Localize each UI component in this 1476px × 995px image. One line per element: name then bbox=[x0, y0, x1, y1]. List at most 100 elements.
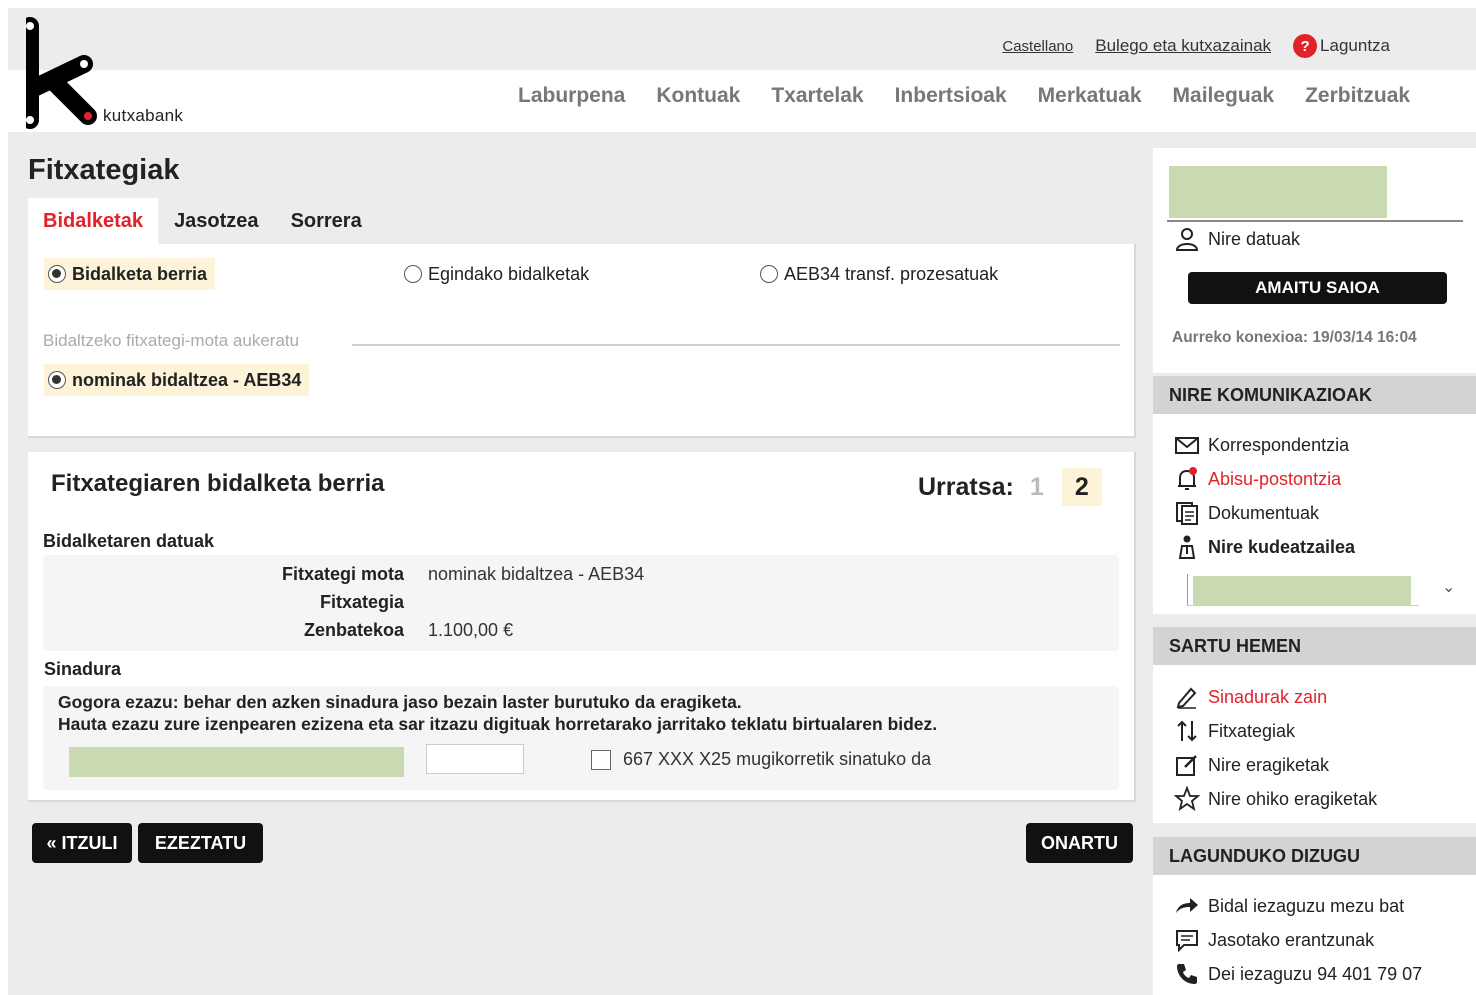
kutxabank-k-icon bbox=[21, 17, 97, 129]
radio-aeb34-indicator bbox=[760, 265, 778, 283]
user-icon bbox=[1174, 226, 1200, 252]
radio-file-type-aeb34[interactable]: nominak bidaltzea - AEB34 bbox=[44, 364, 310, 396]
edit-icon bbox=[1174, 752, 1200, 778]
radio-file-type-indicator bbox=[48, 371, 66, 389]
detail-value: nominak bidaltzea - AEB34 bbox=[428, 564, 645, 584]
nav-maileguak[interactable]: Maileguak bbox=[1173, 84, 1275, 108]
kutxabank-logo[interactable] bbox=[21, 16, 106, 132]
detail-row-file-type: Fitxategi mota nominak bidaltzea - AEB34 bbox=[43, 564, 1119, 592]
nav-zerbitzuak[interactable]: Zerbitzuak bbox=[1305, 84, 1410, 108]
bell-alert-icon bbox=[1174, 466, 1200, 492]
mobile-sign-option[interactable]: 667 XXX X25 mugikorretik sinatuko da bbox=[591, 749, 931, 770]
enter-header: SARTU HEMEN bbox=[1153, 627, 1476, 665]
sidebar-item-label: Jasotako erantzunak bbox=[1208, 929, 1375, 950]
help-icon: ? bbox=[1293, 34, 1318, 58]
manager-select-border bbox=[1187, 574, 1188, 606]
file-type-legend: Bidaltzeko fitxategi-mota aukeratu bbox=[43, 331, 308, 351]
nav-kontuak[interactable]: Kontuak bbox=[656, 84, 740, 108]
cancel-button[interactable]: EZEZTATU bbox=[138, 823, 263, 863]
help-link[interactable]: ? Laguntza bbox=[1293, 34, 1390, 58]
sidebar-item-alerts[interactable]: Abisu-postontzia bbox=[1174, 466, 1341, 492]
radio-done-sends-label: Egindako bidalketak bbox=[428, 263, 590, 284]
page-title: Fitxategiak bbox=[28, 154, 180, 186]
radio-done-sends[interactable]: Egindako bidalketak bbox=[400, 258, 597, 290]
radio-new-send[interactable]: Bidalketa berria bbox=[44, 258, 216, 290]
manager-select[interactable] bbox=[1187, 572, 1457, 606]
nav-laburpena[interactable]: Laburpena bbox=[518, 84, 625, 108]
tab-bidalketak[interactable]: Bidalketak bbox=[28, 198, 159, 244]
sidebar-item-call-us[interactable]: Dei iezaguzu 94 401 79 07 bbox=[1174, 961, 1422, 987]
my-data-link[interactable]: Nire datuak bbox=[1174, 226, 1300, 252]
main-nav: Laburpena Kontuak Txartelak Inbertsioak … bbox=[518, 84, 1410, 108]
mobile-sign-label: 667 XXX X25 mugikorretik sinatuko da bbox=[623, 749, 932, 769]
star-icon bbox=[1174, 786, 1200, 812]
step-indicator: Urratsa: 1 2 bbox=[918, 468, 1102, 506]
chevron-down-icon[interactable]: ⌄ bbox=[1442, 577, 1455, 597]
signature-note-1: Gogora ezazu: behar den azken sinadura j… bbox=[58, 692, 742, 712]
last-connection: Aurreko konexioa: 19/03/14 16:04 bbox=[1172, 329, 1417, 346]
signature-note-2: Hauta ezazu zure izenpearen ezizena eta … bbox=[58, 714, 938, 734]
sidebar-item-label: Abisu-postontzia bbox=[1208, 468, 1342, 489]
detail-row-amount: Zenbatekoa 1.100,00 € bbox=[43, 620, 1119, 648]
step-label: Urratsa: bbox=[918, 472, 1014, 501]
logout-button[interactable]: AMAITU SAIOA bbox=[1188, 272, 1447, 304]
sidebar-item-manager[interactable]: Nire kudeatzailea bbox=[1174, 534, 1355, 560]
file-type-divider bbox=[352, 344, 1120, 346]
mobile-sign-checkbox[interactable] bbox=[591, 749, 611, 770]
send-type-radios: Bidalketa berria Egindako bidalketak AEB… bbox=[44, 258, 1124, 290]
sidebar-item-files[interactable]: Fitxategiak bbox=[1174, 718, 1295, 744]
language-link[interactable]: Castellano bbox=[1002, 38, 1073, 55]
offices-link[interactable]: Bulego eta kutxazainak bbox=[1095, 36, 1271, 56]
brand-name: kutxabank bbox=[103, 106, 184, 125]
sidebar-item-answers[interactable]: Jasotako erantzunak bbox=[1174, 927, 1374, 953]
sidebar-item-label: Korrespondentzia bbox=[1208, 434, 1350, 455]
pen-icon bbox=[1174, 684, 1200, 710]
chat-icon bbox=[1174, 927, 1200, 953]
step-1: 1 bbox=[1029, 472, 1044, 501]
sidebar-item-label: Bidal iezaguzu mezu bat bbox=[1208, 895, 1405, 916]
nav-txartelak[interactable]: Txartelak bbox=[771, 84, 863, 108]
radio-new-send-label: Bidalketa berria bbox=[72, 263, 208, 284]
manager-icon bbox=[1174, 534, 1200, 560]
sidebar-item-documents[interactable]: Dokumentuak bbox=[1174, 500, 1319, 526]
comms-header: NIRE KOMUNIKAZIOAK bbox=[1153, 376, 1476, 414]
accept-button[interactable]: ONARTU bbox=[1026, 823, 1133, 863]
documents-icon bbox=[1174, 500, 1200, 526]
arrow-right-icon bbox=[1174, 893, 1200, 919]
sidebar-item-label: Nire ohiko eragiketak bbox=[1208, 788, 1378, 809]
sidebar-item-label: Fitxategiak bbox=[1208, 720, 1296, 741]
signature-alias-field[interactable] bbox=[69, 747, 404, 777]
step-2-current: 2 bbox=[1061, 468, 1102, 506]
sidebar-item-send-message[interactable]: Bidal iezaguzu mezu bat bbox=[1174, 893, 1404, 919]
help-header: LAGUNDUKO DIZUGU bbox=[1153, 837, 1476, 875]
signature-code-input[interactable] bbox=[426, 744, 524, 774]
detail-row-file: Fitxategia bbox=[43, 592, 1119, 620]
nav-inbertsioak[interactable]: Inbertsioak bbox=[895, 84, 1007, 108]
nav-merkatuak[interactable]: Merkatuak bbox=[1038, 84, 1142, 108]
phone-icon bbox=[1174, 961, 1200, 987]
sidebar-item-label: Nire kudeatzailea bbox=[1208, 536, 1356, 557]
radio-done-sends-indicator bbox=[404, 265, 422, 283]
manager-name-placeholder bbox=[1193, 576, 1411, 606]
profile-divider bbox=[1167, 220, 1463, 222]
sidebar-item-label: Nire eragiketak bbox=[1208, 754, 1330, 775]
sidebar-item-pending-signatures[interactable]: Sinadurak zain bbox=[1174, 684, 1327, 710]
back-button[interactable]: « ITZULI bbox=[32, 823, 132, 863]
sidebar-item-label: Dokumentuak bbox=[1208, 502, 1320, 523]
tab-sorrera[interactable]: Sorrera bbox=[275, 198, 378, 244]
tab-jasotzea[interactable]: Jasotzea bbox=[158, 198, 275, 244]
manager-select-underline bbox=[1187, 605, 1419, 606]
sidebar-item-label: Sinadurak zain bbox=[1208, 686, 1328, 707]
sidebar-item-my-operations[interactable]: Nire eragiketak bbox=[1174, 752, 1329, 778]
detail-key: Zenbatekoa bbox=[303, 620, 404, 640]
envelope-icon bbox=[1174, 432, 1200, 458]
transfer-arrows-icon bbox=[1174, 718, 1200, 744]
sidebar-item-label: Dei iezaguzu 94 401 79 07 bbox=[1208, 963, 1423, 984]
sidebar-item-correspondence[interactable]: Korrespondentzia bbox=[1174, 432, 1349, 458]
signature-label: Sinadura bbox=[44, 659, 122, 679]
radio-aeb34[interactable]: AEB34 transf. prozesatuak bbox=[756, 258, 1006, 290]
top-links: Castellano Bulego eta kutxazainak ? Lagu… bbox=[1002, 34, 1390, 58]
detail-value: 1.100,00 € bbox=[428, 620, 514, 640]
help-label: Laguntza bbox=[1320, 36, 1390, 55]
sidebar-item-frequent-operations[interactable]: Nire ohiko eragiketak bbox=[1174, 786, 1377, 812]
